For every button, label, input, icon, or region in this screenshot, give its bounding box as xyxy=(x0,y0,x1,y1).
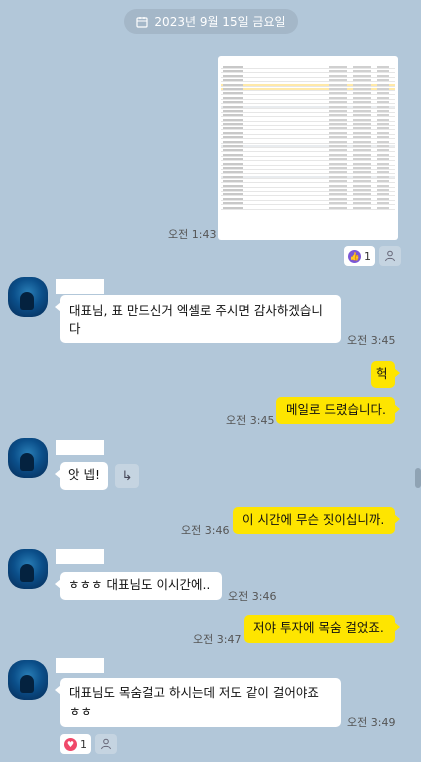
reply-button[interactable]: ↳ xyxy=(115,464,139,488)
avatar[interactable] xyxy=(8,660,48,700)
add-reaction-button[interactable] xyxy=(379,246,401,266)
message-bubble[interactable]: 앗 넵! xyxy=(55,462,108,490)
date-label: 2023년 9월 15일 금요일 xyxy=(154,15,286,29)
calendar-icon xyxy=(136,16,149,28)
message-time: 오전 3:47 xyxy=(193,633,242,646)
reaction-count: 1 xyxy=(80,737,87,751)
message-time: 오전 3:46 xyxy=(228,590,277,603)
person-icon xyxy=(101,738,111,750)
message-time: 오전 3:45 xyxy=(226,414,275,427)
image-content: ​ xyxy=(218,56,398,64)
heart-reaction[interactable]: ♥ 1 xyxy=(60,734,91,754)
message-bubble[interactable]: 저야 투자에 목숨 걸었죠. xyxy=(244,615,400,643)
message-time: 오전 3:45 xyxy=(347,334,396,347)
message-time: 오전 3:49 xyxy=(347,716,396,729)
avatar[interactable] xyxy=(8,277,48,317)
sender-name xyxy=(56,549,104,564)
scrollbar-thumb[interactable] xyxy=(415,468,421,488)
image-attachment[interactable]: ​ xyxy=(218,56,398,240)
sender-name xyxy=(56,658,104,673)
message-time: 오전 3:46 xyxy=(181,524,230,537)
message-bubble[interactable]: 메일로 드렸습니다. xyxy=(276,397,400,424)
thumbs-up-reaction[interactable]: 👍 1 xyxy=(344,246,375,266)
message-time: 오전 1:43 xyxy=(168,228,217,241)
reaction-bar: 👍 1 xyxy=(344,246,401,266)
message-line: 대표님도 목숨걸고 하시는데 저도 같이 걸어야죠 xyxy=(69,685,319,700)
thumbs-up-icon: 👍 xyxy=(348,249,361,263)
sender-name xyxy=(56,279,104,294)
reply-arrow-icon: ↳ xyxy=(121,468,133,484)
reaction-bar: ♥ 1 xyxy=(60,734,117,754)
avatar[interactable] xyxy=(8,549,48,589)
sender-name xyxy=(56,440,104,455)
add-reaction-button[interactable] xyxy=(95,734,117,754)
avatar[interactable] xyxy=(8,438,48,478)
message-bubble[interactable]: 이 시간에 무슨 짓이십니까. xyxy=(233,507,400,534)
message-bubble[interactable]: 대표님, 표 만드신거 엑셀로 주시면 감사하겠습니다 xyxy=(55,295,341,343)
message-bubble[interactable]: 헉 xyxy=(371,361,400,388)
message-line: ㅎㅎ xyxy=(69,704,93,719)
date-divider: 2023년 9월 15일 금요일 xyxy=(124,9,298,34)
person-icon xyxy=(385,250,395,262)
reaction-count: 1 xyxy=(364,249,371,263)
heart-icon: ♥ xyxy=(64,737,77,751)
message-bubble[interactable]: ㅎㅎㅎ 대표님도 이시간에.. xyxy=(55,572,222,600)
message-bubble[interactable]: 대표님도 목숨걸고 하시는데 저도 같이 걸어야죠 ㅎㅎ xyxy=(55,678,341,727)
